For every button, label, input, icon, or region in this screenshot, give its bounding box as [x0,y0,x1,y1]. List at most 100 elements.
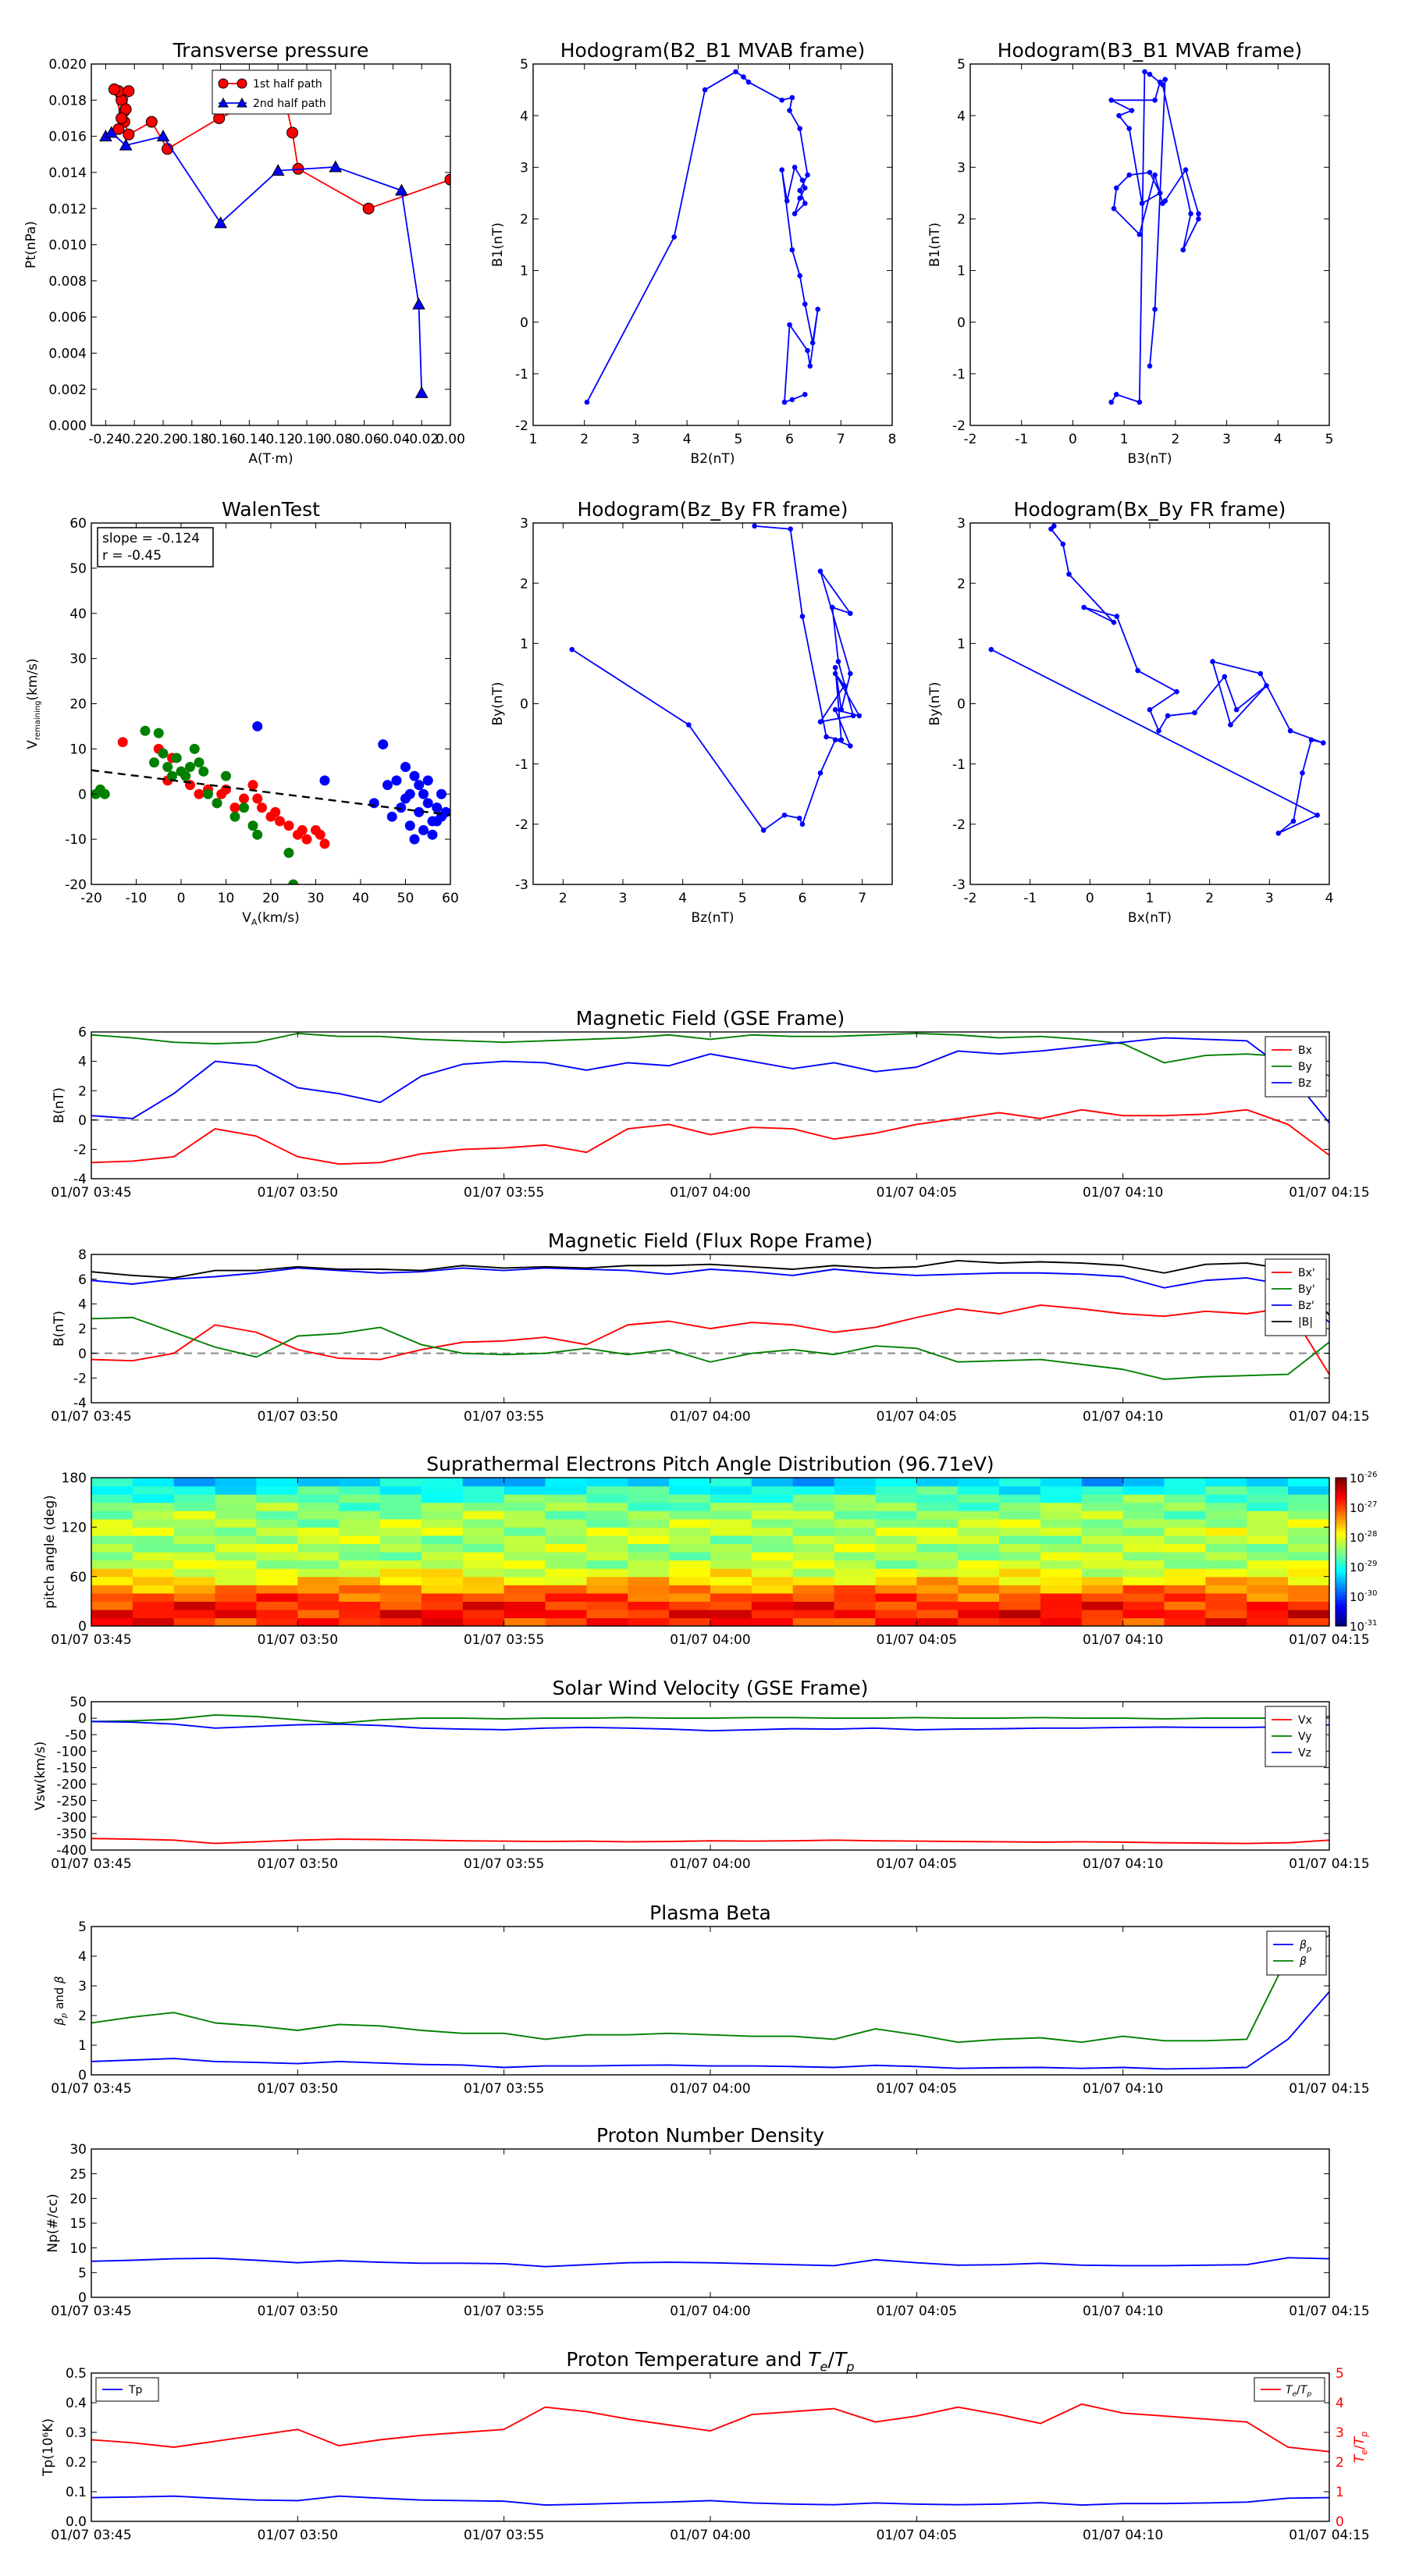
heatmap-cell [999,1568,1041,1578]
heatmap-cell [792,1560,835,1569]
heatmap-cell [1164,1609,1206,1619]
data-point [789,247,795,253]
heatmap-cell [1205,1552,1247,1561]
data-point [841,683,847,688]
x-tick-label: 01/07 04:05 [877,2304,957,2319]
x-tick-label: 5 [1325,432,1334,447]
heatmap-cell [1247,1552,1289,1561]
heatmap-cell [91,1592,133,1602]
heatmap-cell [297,1601,340,1610]
y-tick-label: 0 [78,2290,87,2306]
x-tick-label: 01/07 03:55 [464,1856,544,1872]
math-sub: e [820,2359,828,2374]
heatmap-cell [586,1535,628,1545]
legend-box [1266,1930,1327,1976]
data-point [797,126,803,131]
heatmap-cell [875,1560,917,1569]
heatmap-cell [256,1502,298,1511]
y-axis-label: By(nT) [490,681,506,725]
heatmap-cell [380,1592,422,1602]
data-point [584,399,590,405]
data-point [275,816,285,827]
x-tick-label: 01/07 03:45 [51,2081,131,2097]
heatmap-cell [875,1478,917,1487]
x-tick-label: 01/07 03:45 [51,1632,131,1648]
legend-label-base: β [1299,1955,1307,1968]
heatmap-cell [1164,1552,1206,1561]
y-tick-label: -2 [515,817,528,833]
heatmap-cell [503,1518,546,1528]
heatmap-cell [339,1535,381,1545]
heatmap-cell [834,1617,877,1626]
y-axis-label: B1(nT) [927,222,943,267]
data-point [1139,201,1145,206]
legend-marker [237,78,247,89]
heatmap-cell [1040,1494,1083,1503]
data-point [807,363,813,369]
data-point [569,646,575,653]
colorbar-tick-base: 10 [1350,1531,1364,1545]
heatmap-cell [958,1552,1000,1561]
heatmap-cell [710,1535,752,1545]
heatmap-cell [751,1617,794,1626]
y2-tick-label: 5 [1336,2366,1344,2382]
y-tick-label: -300 [56,1810,87,1826]
heatmap-cell [421,1617,464,1626]
heatmap-cell [1247,1494,1289,1503]
heatmap-cell [1288,1568,1329,1578]
y-tick-label: -2 [73,1371,87,1386]
y-tick-label: 6 [78,1272,87,1288]
heatmap-cell [421,1576,464,1585]
math-sub2: p [845,2359,854,2374]
heatmap-cell [958,1502,1000,1511]
heatmap-cell [462,1478,505,1487]
annotation-text: slope = -0.124 [102,531,200,546]
heatmap-cell [132,1527,175,1536]
y-tick-label: 3 [957,516,966,532]
heatmap-cell [1040,1543,1083,1553]
x-tick-label: 01/07 04:00 [670,2081,750,2097]
heatmap-cell [380,1568,422,1578]
y-tick-label: 4 [78,1297,87,1312]
heatmap-cell [215,1502,258,1511]
heatmap-cell [834,1485,877,1495]
heatmap-cell [215,1592,258,1602]
y-tick-label: -150 [56,1761,87,1777]
heatmap-cell [751,1494,794,1503]
y-tick-label: 60 [69,1570,87,1585]
heatmap-cell [669,1510,711,1520]
data-point [247,780,258,791]
heatmap-cell [1205,1518,1247,1528]
data-point [1135,667,1140,674]
x-tick-label: 01/07 04:10 [1083,1185,1163,1201]
y-axis-label: βp and β [52,1976,69,2026]
data-point [1156,728,1161,734]
heatmap-cell [1122,1617,1165,1626]
x-tick-label: 4 [1274,432,1282,447]
data-point [1136,231,1143,237]
y-tick-label: 0.008 [48,274,87,290]
heatmap-cell [380,1494,422,1503]
y-tick-label: 60 [69,516,87,532]
y-tick-label: 0.4 [66,2396,87,2411]
data-point [203,788,213,799]
y-tick-label: 1 [520,636,528,652]
heatmap-cell [669,1502,711,1511]
y-tick-label: 5 [78,1920,87,1935]
data-point [149,757,159,768]
y-tick-label: 2 [78,2008,87,2024]
heatmap-cell [834,1494,877,1503]
heatmap-cell [173,1601,216,1610]
heatmap-cell [462,1535,505,1545]
heatmap-cell [792,1609,835,1619]
heatmap-cell [173,1609,216,1619]
heatmap-cell [503,1502,546,1511]
heatmap-cell [132,1510,175,1520]
y-tick-label: 3 [520,160,528,176]
x-tick-label: 01/07 04:15 [1289,1632,1369,1648]
data-point [799,821,806,827]
data-point [1192,710,1197,716]
heatmap-cell [1040,1502,1083,1511]
data-point [802,201,808,206]
heatmap-cell [875,1518,917,1528]
